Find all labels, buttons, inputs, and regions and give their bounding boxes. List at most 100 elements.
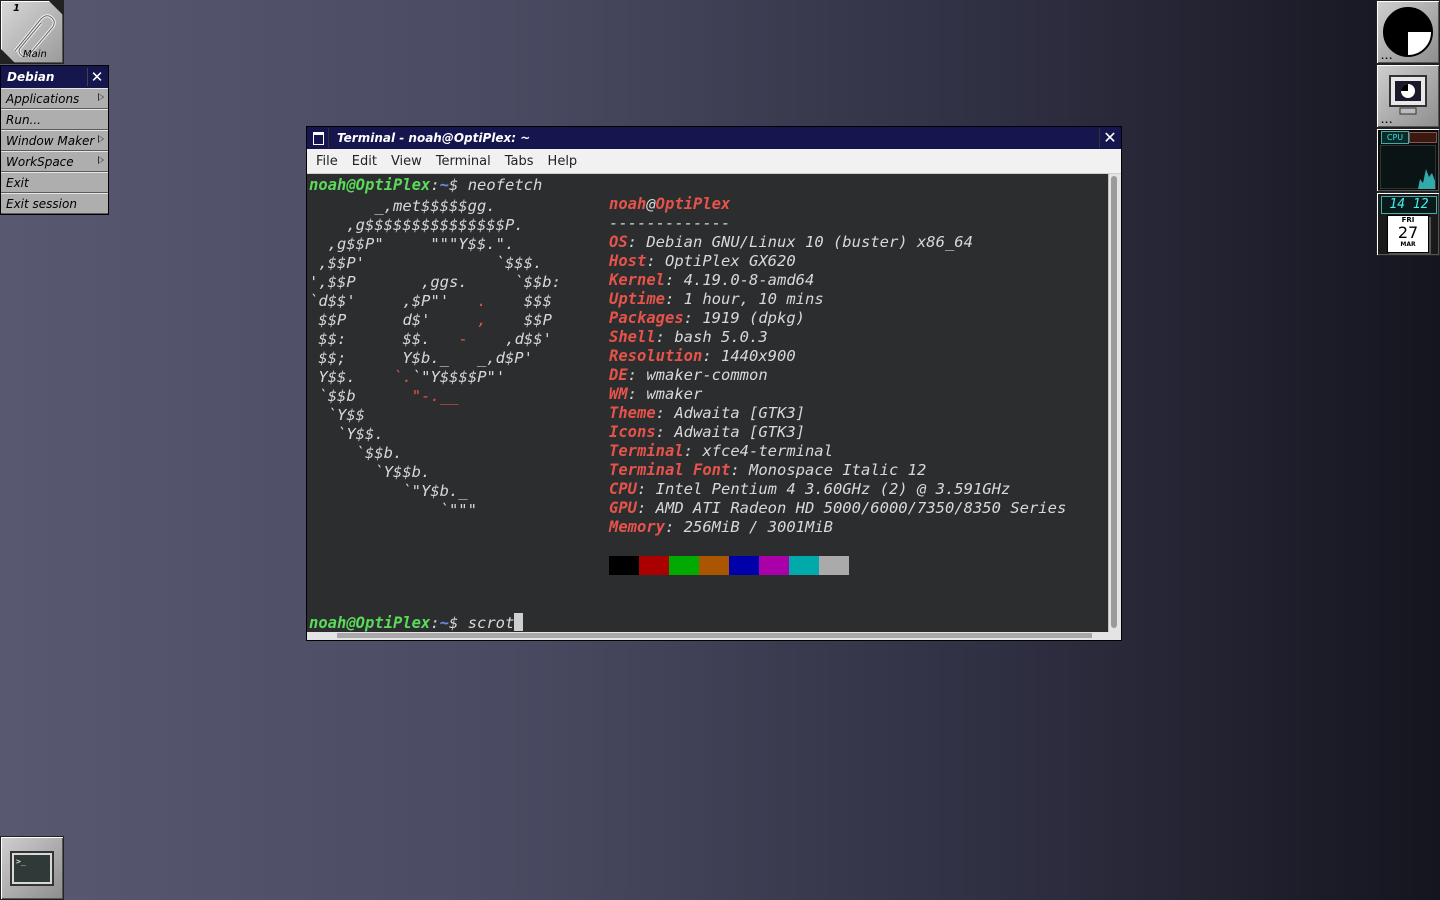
terminal-icon: >_ (10, 851, 54, 886)
info-key: Terminal (609, 442, 684, 460)
cpu-load-bar (1409, 132, 1437, 143)
dock-dots: ... (1381, 52, 1394, 61)
dock-tile-clock[interactable]: 14 12 FRI 27 MAR (1376, 192, 1440, 256)
info-colon: : (627, 385, 647, 403)
clock-month: MAR (1400, 241, 1416, 248)
logo-line: `$$b "-.__ (318, 387, 459, 405)
logo-line: ,g$$$$$$$$$$$$$$$P. (309, 216, 524, 234)
menu-item-run[interactable]: Run... (1, 109, 108, 130)
logo-line: `$$b. (309, 444, 403, 462)
prompt-path: ~ (439, 176, 450, 194)
info-key: CPU (609, 480, 637, 498)
info-row: GPU: AMD ATI Radeon HD 5000/6000/7350/83… (609, 499, 1066, 518)
info-row: Theme: Adwaita [GTK3] (609, 404, 1066, 423)
dock-dots: ... (1381, 116, 1394, 125)
logo-line: $$P d$' , $$P (318, 311, 552, 329)
menu-terminal[interactable]: Terminal (431, 154, 496, 169)
info-key: WM (609, 385, 628, 403)
menu-item-label: WorkSpace (6, 154, 74, 169)
vertical-scrollbar[interactable] (1108, 174, 1121, 633)
info-key: Host (609, 252, 647, 270)
command-text: scrot (467, 614, 515, 632)
prompt-sep: : (430, 614, 440, 632)
info-value: xfce4-terminal (702, 442, 833, 460)
info-value: Adwaita [GTK3] (674, 404, 805, 422)
info-value: 1440x900 (721, 347, 796, 365)
info-row: WM: wmaker (609, 385, 1066, 404)
info-row: Host: OptiPlex GX620 (609, 252, 1066, 271)
info-row: Uptime: 1 hour, 10 mins (609, 290, 1066, 309)
menu-item-applications[interactable]: Applications (1, 88, 108, 109)
clock-day: 27 (1397, 223, 1419, 242)
info-at: @ (646, 195, 656, 213)
info-value: 1 hour, 10 mins (683, 290, 824, 308)
info-colon: : (627, 366, 647, 384)
info-row: OS: Debian GNU/Linux 10 (buster) x86_64 (609, 233, 1066, 252)
info-colon: : (683, 309, 703, 327)
info-colon: : (655, 404, 675, 422)
resize-bar-handle[interactable] (337, 633, 1092, 638)
terminal-titlebar[interactable]: Terminal - noah@OptiPlex: ~ ✕ (307, 127, 1121, 149)
terminal-window: Terminal - noah@OptiPlex: ~ ✕ File Edit … (306, 126, 1122, 641)
menu-file[interactable]: File (311, 154, 343, 169)
info-colon: : (646, 252, 665, 270)
info-value: Adwaita [GTK3] (674, 423, 805, 441)
info-key: OS (609, 233, 628, 251)
menu-tabs[interactable]: Tabs (500, 154, 539, 169)
miniaturize-icon[interactable] (308, 128, 329, 148)
command-text: neofetch (467, 176, 543, 194)
info-row: Icons: Adwaita [GTK3] (609, 423, 1066, 442)
info-key: Uptime (609, 290, 665, 308)
info-colon: : (655, 328, 675, 346)
terminal-output[interactable]: noah@OptiPlex:~$ neofetch _,met$$$$$gg. … (307, 174, 1110, 633)
menu-edit[interactable]: Edit (347, 154, 382, 169)
root-menu-title: Debian ✕ (1, 66, 108, 88)
menu-help[interactable]: Help (543, 154, 583, 169)
prompt-line-2: noah@OptiPlex:~$ scrot (309, 613, 524, 633)
close-icon[interactable]: ✕ (1099, 128, 1120, 148)
info-rows: OS: Debian GNU/Linux 10 (buster) x86_64 H… (609, 233, 1066, 537)
info-colon: : (665, 290, 684, 308)
logo-line: `Y$$ (309, 406, 365, 424)
dock-tile-preferences[interactable]: ... (1376, 64, 1440, 128)
logo-line: Y$$. `.`"Y$$$$P"' (318, 368, 506, 386)
info-value: 256MiB / 3001MiB (683, 518, 833, 536)
palette-swatch (669, 556, 699, 575)
info-row: Terminal: xfce4-terminal (609, 442, 1066, 461)
menu-item-workspace[interactable]: WorkSpace (1, 151, 108, 172)
resize-bar[interactable] (307, 632, 1121, 640)
menu-item-exit[interactable]: Exit (1, 172, 108, 193)
workspace-clip[interactable]: 1 Main (0, 0, 64, 64)
close-icon[interactable]: ✕ (87, 68, 106, 86)
menu-item-window-maker[interactable]: Window Maker (1, 130, 108, 151)
clip-prev-arrow[interactable] (1, 49, 15, 63)
logo-line: `Y$$b. (309, 463, 431, 481)
prompt-symbol: $ (449, 614, 468, 632)
workspace-name: Main (23, 49, 47, 60)
info-key: Kernel (609, 271, 665, 289)
terminal-app-icon[interactable]: >_ (0, 836, 64, 900)
menu-item-exit-session[interactable]: Exit session (1, 193, 108, 214)
logo-line: ',$$P ,ggs. `$$b: (309, 273, 561, 291)
logo-line: `Y$$. (309, 425, 384, 443)
scrollbar-thumb[interactable] (1111, 176, 1117, 628)
info-value: 1919 (dpkg) (702, 309, 805, 327)
info-row: DE: wmaker-common (609, 366, 1066, 385)
dock-tile-window-maker[interactable]: ... (1376, 0, 1440, 64)
prompt-symbol: $ (449, 176, 468, 194)
dock-tile-cpu-monitor[interactable]: CPU (1376, 128, 1440, 192)
menu-item-label: Exit session (6, 196, 77, 211)
info-value: wmaker-common (646, 366, 768, 384)
logo-line: $$; Y$b._ _,d$P' (309, 349, 533, 367)
menu-item-label: Applications (6, 91, 80, 106)
prompt-sep: : (430, 176, 440, 194)
menu-view[interactable]: View (386, 154, 427, 169)
info-separator: ------------- (609, 214, 731, 232)
palette-swatch (609, 556, 639, 575)
info-row: Resolution: 1440x900 (609, 347, 1066, 366)
info-user: noah (609, 195, 647, 213)
info-value: bash 5.0.3 (674, 328, 768, 346)
clip-next-arrow[interactable] (49, 1, 63, 15)
clock-time: 14 12 (1381, 196, 1437, 214)
info-key: Theme (609, 404, 656, 422)
